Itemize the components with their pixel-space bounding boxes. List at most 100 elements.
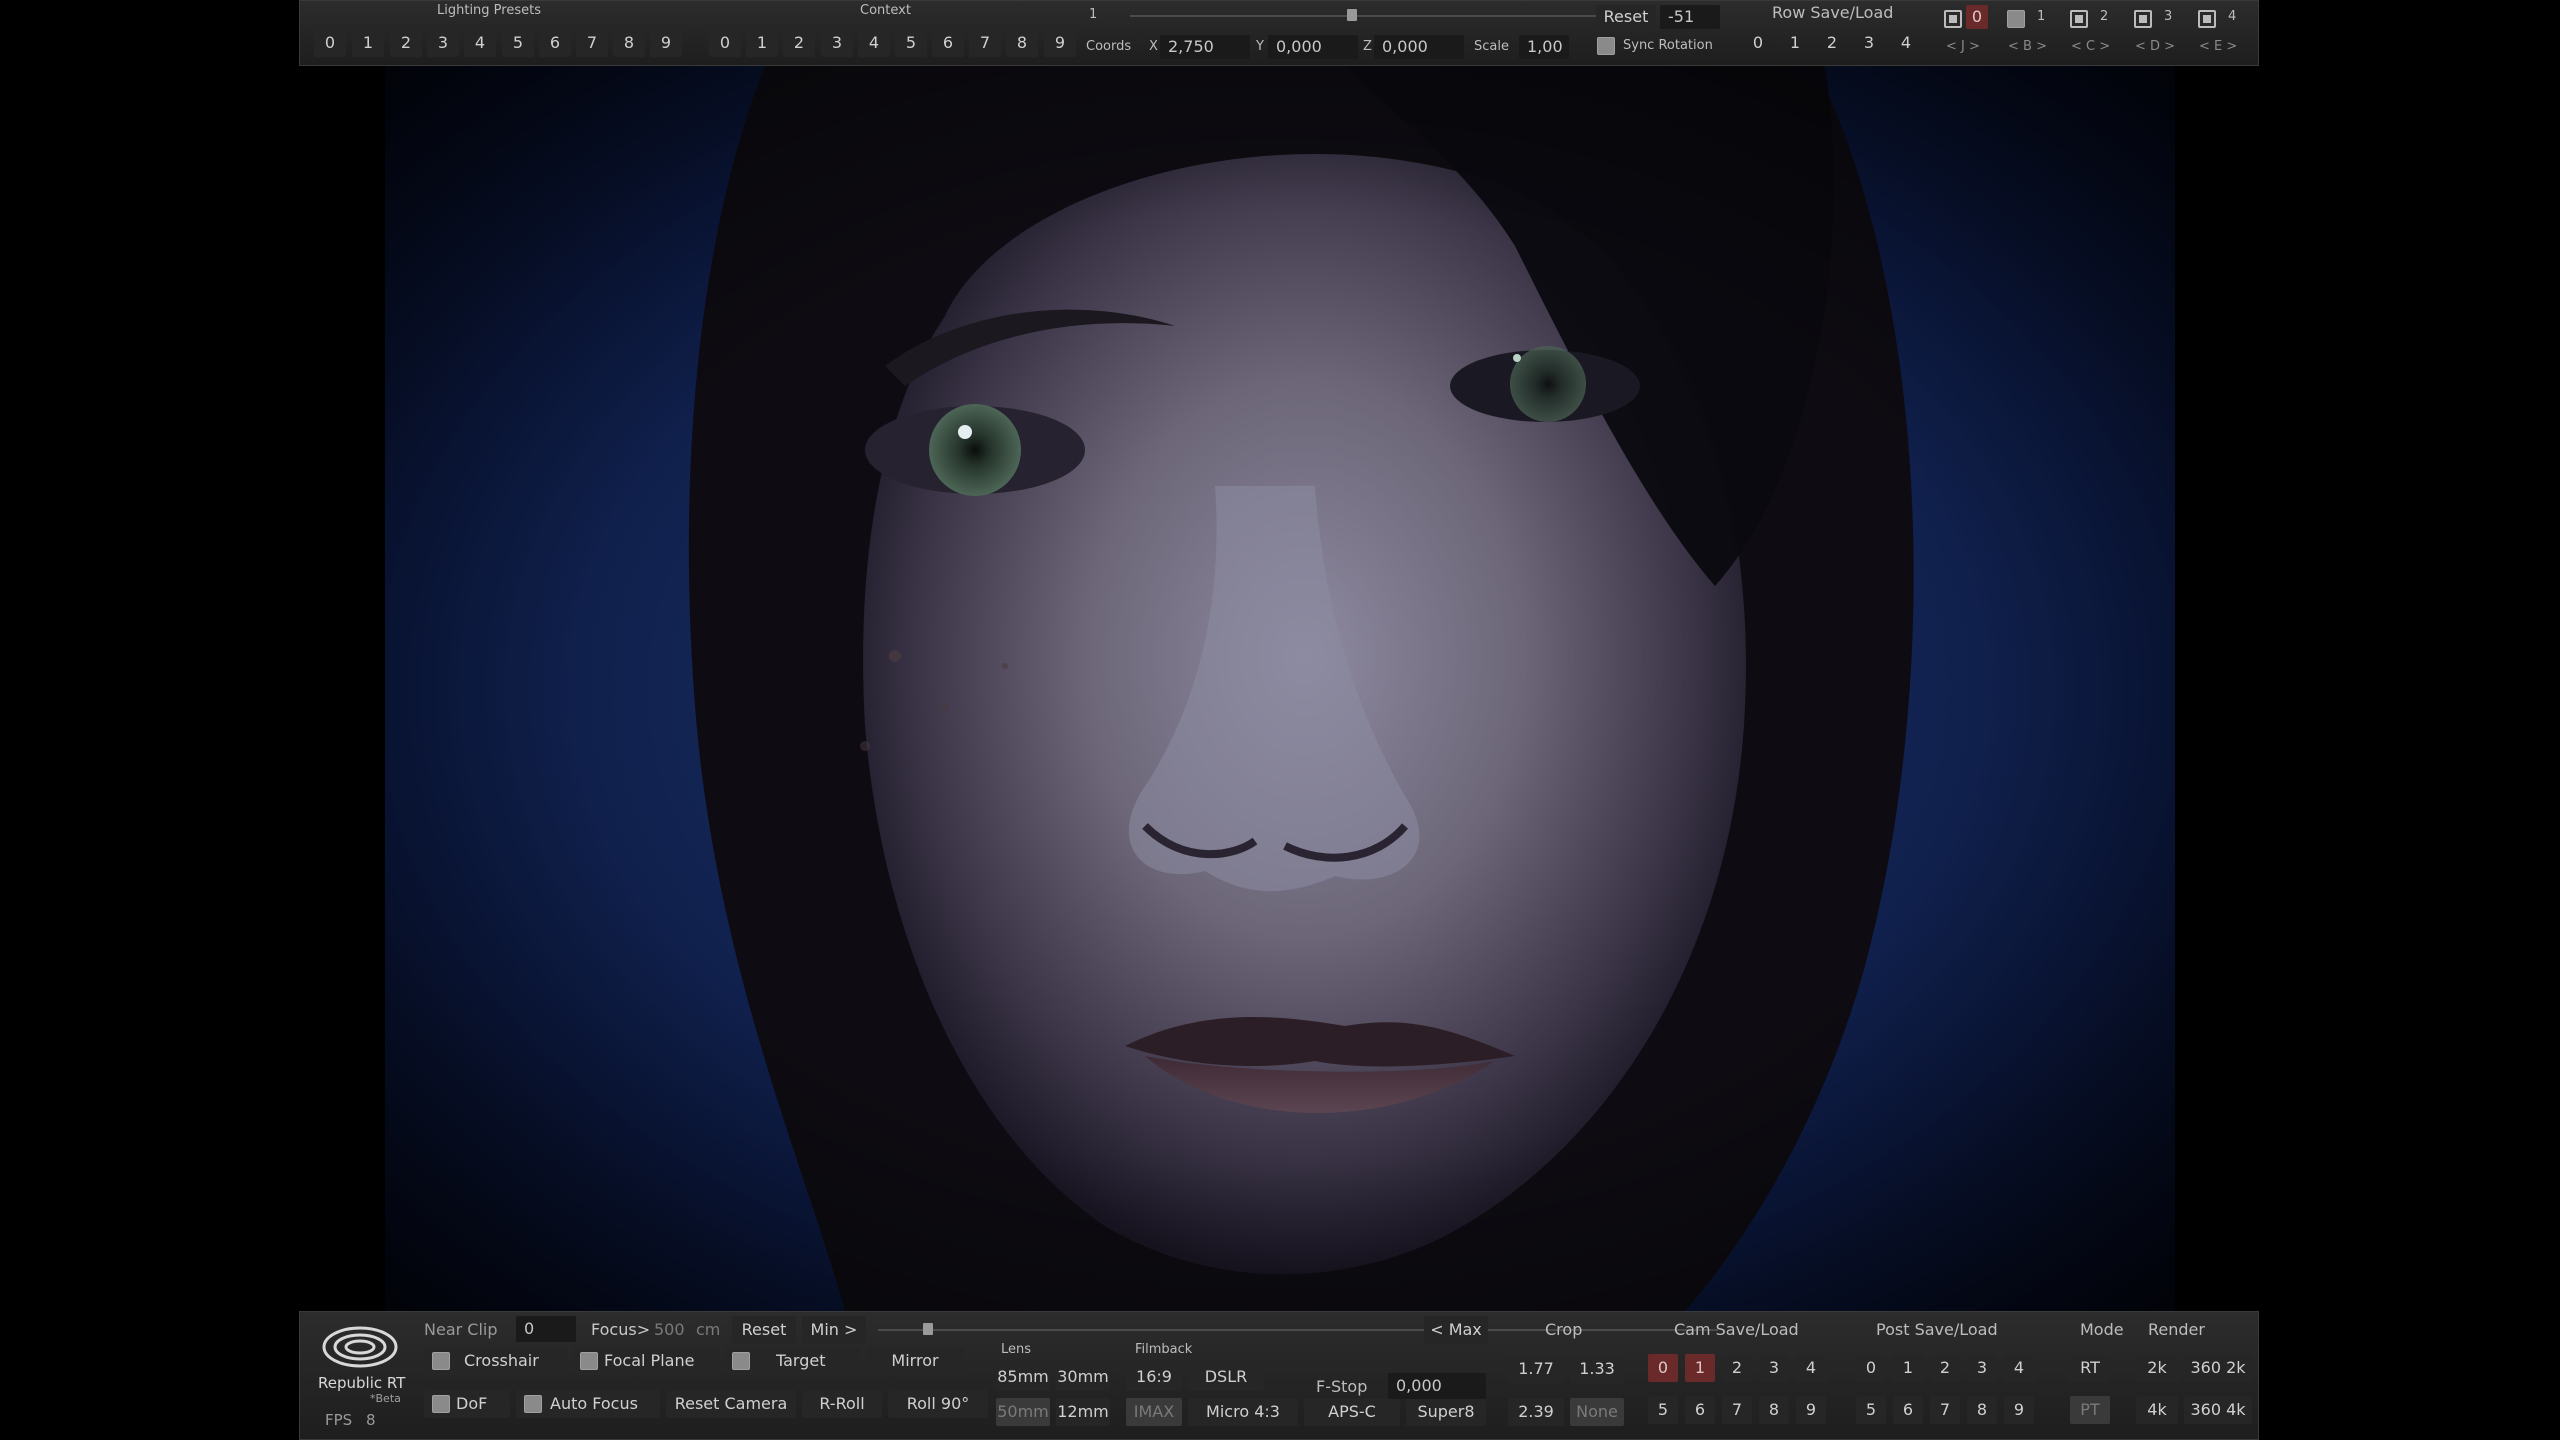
context-0[interactable]: 0	[709, 29, 741, 57]
coord-x-field[interactable]: 2,750	[1160, 35, 1250, 59]
context-5[interactable]: 5	[895, 29, 927, 57]
context-3[interactable]: 3	[821, 29, 853, 57]
post-slot-5[interactable]: 5	[1856, 1396, 1886, 1424]
r-roll-button[interactable]: R-Roll	[802, 1390, 882, 1418]
target-checkbox[interactable]	[732, 1352, 750, 1370]
render-360-2k[interactable]: 360 2k	[2184, 1354, 2252, 1382]
rotation-slider-thumb[interactable]	[1347, 9, 1357, 21]
lens-30mm[interactable]: 30mm	[1056, 1363, 1110, 1391]
context-8[interactable]: 8	[1006, 29, 1038, 57]
reset-camera-button[interactable]: Reset Camera	[666, 1390, 796, 1418]
focus-slider-thumb[interactable]	[923, 1323, 933, 1335]
mode-rt[interactable]: RT	[2070, 1354, 2110, 1382]
crop-1-77[interactable]: 1.77	[1508, 1355, 1564, 1383]
dof-toggle[interactable]: DoF	[424, 1390, 510, 1418]
crosshair-toggle[interactable]: Crosshair	[424, 1347, 568, 1375]
post-slot-3[interactable]: 3	[1967, 1354, 1997, 1382]
filmback-dslr[interactable]: DSLR	[1188, 1363, 1264, 1391]
dof-checkbox[interactable]	[432, 1395, 450, 1413]
row-1-checkbox[interactable]	[2007, 10, 2025, 28]
filmback-16-9[interactable]: 16:9	[1126, 1363, 1182, 1391]
row-save-2[interactable]: 2	[1817, 29, 1847, 57]
row-save-3[interactable]: 3	[1854, 29, 1884, 57]
post-slot-2[interactable]: 2	[1930, 1354, 1960, 1382]
context-9[interactable]: 9	[1044, 29, 1076, 57]
fstop-field[interactable]: 0,000	[1388, 1373, 1486, 1399]
near-clip-field[interactable]: 0	[516, 1316, 576, 1342]
cam-slot-5[interactable]: 5	[1648, 1396, 1678, 1424]
filmback-super8[interactable]: Super8	[1406, 1398, 1486, 1426]
row-0-nav[interactable]: < J >	[1946, 39, 1980, 54]
rotation-value-field[interactable]: -51	[1660, 5, 1720, 29]
coord-y-field[interactable]: 0,000	[1268, 35, 1358, 59]
cam-slot-9[interactable]: 9	[1796, 1396, 1826, 1424]
post-slot-7[interactable]: 7	[1930, 1396, 1960, 1424]
lighting-preset-4[interactable]: 4	[464, 29, 496, 57]
row-2-nav[interactable]: < C >	[2071, 39, 2110, 54]
context-4[interactable]: 4	[858, 29, 890, 57]
focus-min-button[interactable]: Min >	[802, 1316, 866, 1344]
post-slot-8[interactable]: 8	[1967, 1396, 1997, 1424]
scale-field[interactable]: 1,00	[1519, 35, 1569, 59]
context-6[interactable]: 6	[932, 29, 964, 57]
crop-2-39[interactable]: 2.39	[1508, 1398, 1564, 1426]
cam-slot-1[interactable]: 1	[1685, 1354, 1715, 1382]
post-slot-1[interactable]: 1	[1893, 1354, 1923, 1382]
lighting-preset-6[interactable]: 6	[539, 29, 571, 57]
lighting-preset-0[interactable]: 0	[314, 29, 346, 57]
focus-slider-track[interactable]	[878, 1329, 1718, 1331]
lens-12mm[interactable]: 12mm	[1056, 1398, 1110, 1426]
row-0-label[interactable]: 0	[1966, 5, 1988, 29]
auto-focus-toggle[interactable]: Auto Focus	[516, 1390, 660, 1418]
cam-slot-4[interactable]: 4	[1796, 1354, 1826, 1382]
auto-focus-checkbox[interactable]	[524, 1395, 542, 1413]
row-0-checkbox[interactable]	[1944, 10, 1962, 28]
focus-value[interactable]: 500	[654, 1320, 685, 1339]
cam-slot-8[interactable]: 8	[1759, 1396, 1789, 1424]
focus-reset-button[interactable]: Reset	[732, 1316, 796, 1344]
crop-none[interactable]: None	[1570, 1398, 1624, 1426]
lighting-preset-8[interactable]: 8	[613, 29, 645, 57]
filmback-micro-4-3[interactable]: Micro 4:3	[1188, 1398, 1298, 1426]
focus-max-button[interactable]: < Max	[1424, 1316, 1488, 1344]
lighting-preset-9[interactable]: 9	[650, 29, 682, 57]
crop-1-33[interactable]: 1.33	[1570, 1355, 1624, 1383]
focal-plane-checkbox[interactable]	[580, 1352, 598, 1370]
rotation-slider-track[interactable]	[1130, 15, 1620, 17]
post-slot-6[interactable]: 6	[1893, 1396, 1923, 1424]
context-2[interactable]: 2	[783, 29, 815, 57]
cam-slot-3[interactable]: 3	[1759, 1354, 1789, 1382]
filmback-aps-c[interactable]: APS-C	[1304, 1398, 1400, 1426]
lens-50mm[interactable]: 50mm	[996, 1398, 1050, 1426]
row-save-0[interactable]: 0	[1743, 29, 1773, 57]
cam-slot-6[interactable]: 6	[1685, 1396, 1715, 1424]
render-4k[interactable]: 4k	[2136, 1396, 2178, 1424]
lighting-preset-3[interactable]: 3	[427, 29, 459, 57]
row-save-1[interactable]: 1	[1780, 29, 1810, 57]
crosshair-checkbox[interactable]	[432, 1352, 450, 1370]
row-3-checkbox[interactable]	[2134, 10, 2152, 28]
post-slot-0[interactable]: 0	[1856, 1354, 1886, 1382]
context-7[interactable]: 7	[969, 29, 1001, 57]
sync-rotation-checkbox[interactable]	[1597, 37, 1615, 55]
focal-plane-toggle[interactable]: Focal Plane	[574, 1347, 720, 1375]
cam-slot-7[interactable]: 7	[1722, 1396, 1752, 1424]
mirror-button[interactable]: Mirror	[866, 1347, 964, 1375]
post-slot-4[interactable]: 4	[2004, 1354, 2034, 1382]
row-1-nav[interactable]: < B >	[2008, 39, 2047, 54]
row-save-4[interactable]: 4	[1891, 29, 1921, 57]
target-toggle[interactable]: Target	[726, 1347, 860, 1375]
coord-z-field[interactable]: 0,000	[1374, 35, 1464, 59]
row-3-nav[interactable]: < D >	[2135, 39, 2175, 54]
post-slot-9[interactable]: 9	[2004, 1396, 2034, 1424]
lens-85mm[interactable]: 85mm	[996, 1363, 1050, 1391]
lighting-preset-1[interactable]: 1	[352, 29, 384, 57]
cam-slot-2[interactable]: 2	[1722, 1354, 1752, 1382]
render-2k[interactable]: 2k	[2136, 1354, 2178, 1382]
lighting-preset-2[interactable]: 2	[390, 29, 422, 57]
context-1[interactable]: 1	[746, 29, 778, 57]
roll-90-button[interactable]: Roll 90°	[888, 1390, 988, 1418]
filmback-imax[interactable]: IMAX	[1126, 1398, 1182, 1426]
reset-rotation-button[interactable]: Reset	[1596, 5, 1656, 29]
cam-slot-0[interactable]: 0	[1648, 1354, 1678, 1382]
